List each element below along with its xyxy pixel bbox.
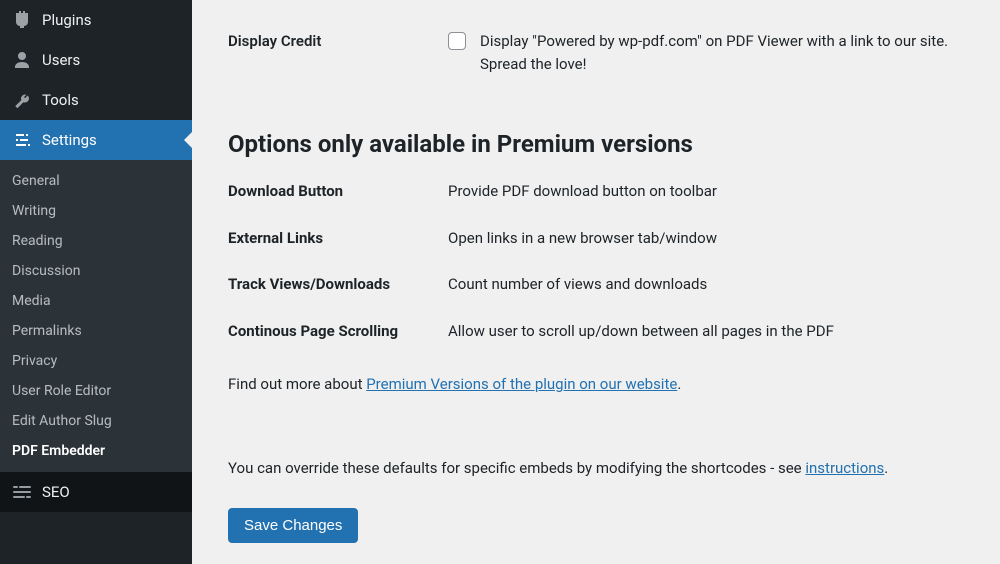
submenu-media[interactable]: Media [0,286,192,316]
sidebar-item-settings[interactable]: Settings [0,120,192,160]
premium-row-external-links: External Links Open links in a new brows… [228,215,972,262]
premium-label: Continous Page Scrolling [228,320,448,343]
premium-label: Track Views/Downloads [228,273,448,296]
sidebar-item-tools[interactable]: Tools [0,80,192,120]
user-icon [12,50,32,70]
sidebar-item-users[interactable]: Users [0,40,192,80]
premium-row-page-scrolling: Continous Page Scrolling Allow user to s… [228,308,972,355]
premium-value: Open links in a new browser tab/window [448,227,972,250]
display-credit-row: Display Credit Display "Powered by wp-pd… [228,10,972,85]
premium-value: Allow user to scroll up/down between all… [448,320,972,343]
premium-section-title: Options only available in Premium versio… [228,130,972,158]
override-note: You can override these defaults for spec… [228,456,972,480]
save-changes-button[interactable]: Save Changes [228,508,358,543]
display-credit-checkbox[interactable] [448,32,466,50]
premium-row-download: Download Button Provide PDF download but… [228,168,972,215]
sliders-icon [12,130,32,150]
submenu-writing[interactable]: Writing [0,196,192,226]
premium-row-track-views: Track Views/Downloads Count number of vi… [228,261,972,308]
yoast-icon [12,482,32,502]
sidebar-item-label: Users [42,51,80,69]
wrench-icon [12,90,32,110]
admin-sidebar: Plugins Users Tools Settings General Wri… [0,0,192,564]
sidebar-item-seo[interactable]: SEO [0,472,192,512]
premium-value: Provide PDF download button on toolbar [448,180,972,203]
premium-more-info: Find out more about Premium Versions of … [228,372,972,396]
settings-content: Display Credit Display "Powered by wp-pd… [192,0,1000,564]
submenu-permalinks[interactable]: Permalinks [0,316,192,346]
settings-submenu: General Writing Reading Discussion Media… [0,160,192,472]
sidebar-item-label: SEO [42,483,70,501]
display-credit-description: Display "Powered by wp-pdf.com" on PDF V… [480,30,972,75]
display-credit-label: Display Credit [228,30,448,50]
premium-value: Count number of views and downloads [448,273,972,296]
sidebar-item-label: Settings [42,131,97,149]
plugin-icon [12,10,32,30]
submenu-pdf-embedder[interactable]: PDF Embedder [0,436,192,466]
premium-label: Download Button [228,180,448,203]
submenu-reading[interactable]: Reading [0,226,192,256]
premium-label: External Links [228,227,448,250]
submenu-user-role-editor[interactable]: User Role Editor [0,376,192,406]
sidebar-item-label: Tools [42,91,79,109]
display-credit-checkbox-wrap[interactable]: Display "Powered by wp-pdf.com" on PDF V… [448,30,972,75]
submenu-discussion[interactable]: Discussion [0,256,192,286]
submenu-general[interactable]: General [0,166,192,196]
submenu-edit-author-slug[interactable]: Edit Author Slug [0,406,192,436]
premium-versions-link[interactable]: Premium Versions of the plugin on our we… [366,375,677,393]
sidebar-item-label: Plugins [42,11,91,29]
sidebar-item-plugins[interactable]: Plugins [0,0,192,40]
submenu-privacy[interactable]: Privacy [0,346,192,376]
instructions-link[interactable]: instructions [805,459,884,477]
